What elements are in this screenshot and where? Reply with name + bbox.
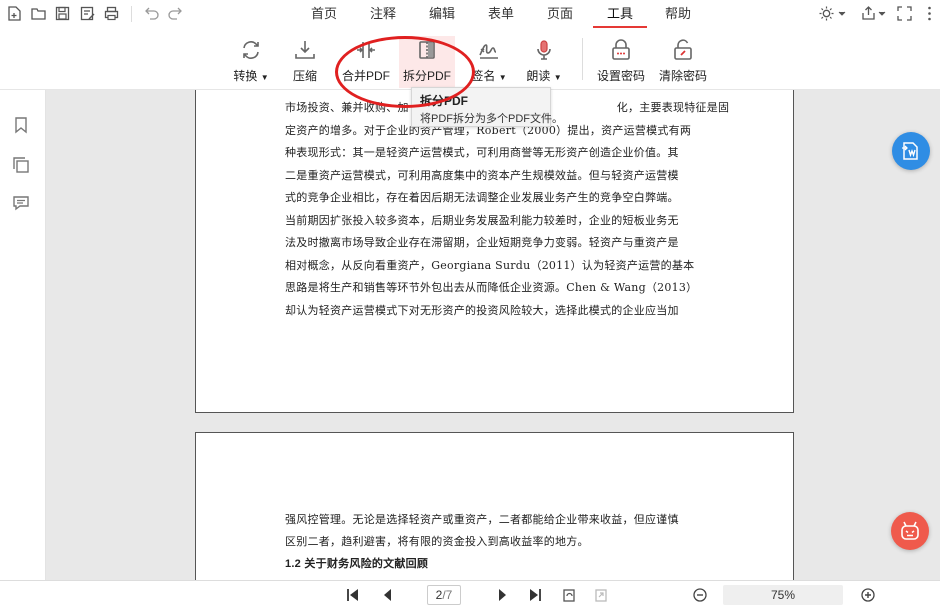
signature-label: 签名 [471,69,496,83]
page-text-line: 相对概念，从反向看重资产，Georgiana Surdu（2011）认为轻资产运… [285,259,695,272]
page-text-line: 却认为轻资产运营模式下对无形资产的投资风险较大，选择此模式的企业应当加 [285,304,679,317]
zoom-level-field[interactable]: 75% [723,585,843,605]
redo-icon[interactable] [167,5,184,22]
extract-page-icon[interactable] [593,587,609,603]
page-text-line: 法及时撤离市场导致企业存在滞留期，企业短期竞争力变弱。轻资产与重资产是 [285,236,679,249]
split-pdf-icon [419,41,435,59]
new-file-icon[interactable] [6,5,23,22]
robot-icon [901,521,919,540]
save-icon[interactable] [54,5,71,22]
dropdown-arrow-icon: ▼ [260,73,269,82]
bookmark-icon[interactable] [12,116,30,134]
ribbon-divider [582,38,583,80]
merge-pdf-label: 合并PDF [341,69,390,83]
save-as-icon[interactable] [79,5,96,22]
dropdown-arrow-icon: ▼ [553,73,562,82]
compress-icon [295,41,315,59]
zoom-in-icon[interactable] [860,587,876,603]
next-page-icon[interactable] [494,587,510,603]
compress-button[interactable]: 压缩 [286,36,324,88]
page-text-line: 式的竞争企业相比，存在着因后期无法调整企业发展业务产生的竞争空白弊端。 [285,191,679,204]
remove-password-icon [674,39,692,60]
chevron-down-icon[interactable] [838,11,846,17]
more-icon[interactable] [921,5,938,22]
signature-button[interactable]: 签名 ▼ [466,36,512,88]
comments-icon[interactable] [12,194,30,212]
remove-password-button[interactable]: 清除密码 [656,36,710,88]
assistant-float-button[interactable] [891,512,929,550]
page-number-input[interactable]: 2/7 [427,585,461,605]
pdf-page: 市场投资、兼并收购、加 化，主要表现特征是固 定资产的增多。对于企业的资产管理，R… [195,90,794,413]
pdf-page: 强风控管理。无论是选择轻资产或重资产，二者都能给企业带来收益，但应谨慎 区别二者… [195,432,794,580]
open-folder-icon[interactable] [30,5,47,22]
read-aloud-label: 朗读 [526,69,551,83]
tab-form[interactable]: 表单 [485,4,517,26]
thumbnails-icon[interactable] [12,156,30,174]
compress-label: 压缩 [292,69,317,83]
read-aloud-button[interactable]: 朗读 ▼ [521,36,567,88]
convert-icon [243,41,259,59]
split-pdf-tooltip: 拆分PDF 将PDF拆分为多个PDF文件。 [411,87,563,127]
convert-to-word-float-button[interactable] [892,132,930,170]
brightness-icon[interactable] [818,5,835,22]
tab-edit[interactable]: 编辑 [426,4,458,26]
tab-tools[interactable]: 工具 [593,4,647,28]
status-bar: 2/7 75% [0,580,940,608]
document-viewport[interactable]: 市场投资、兼并收购、加 化，主要表现特征是固 定资产的增多。对于企业的资产管理，R… [46,90,940,580]
tab-annotate[interactable]: 注释 [367,4,399,26]
fullscreen-icon[interactable] [896,5,913,22]
page-text-line: 区别二者，趋利避害，将有限的资金投入到高收益率的地方。 [285,535,589,548]
convert-button[interactable]: 转换 ▼ [228,36,274,88]
tooltip-description: 将PDF拆分为多个PDF文件。 [420,113,563,125]
merge-pdf-icon [357,42,375,58]
left-sidebar [0,90,46,608]
qa-divider [131,6,132,22]
signature-icon [479,44,498,59]
section-heading: 1.2 关于财务风险的文献回顾 [285,558,429,570]
menu-bar: 首页 注释 编辑 表单 页面 工具 帮助 [0,0,940,28]
dropdown-arrow-icon: ▼ [498,73,507,82]
page-text-line: 当前期因扩张投入较多资本，后期业务发展盈利能力较差时，企业的短板业务无 [285,214,679,227]
last-page-icon[interactable] [527,587,543,603]
share-icon[interactable] [860,5,877,22]
pdf-to-word-icon [902,142,918,160]
convert-label: 转换 [233,69,258,83]
undo-icon[interactable] [143,5,160,22]
page-text-line: 二是重资产运营模式，可利用高度集中的资本产生规模效益。但与轻资产运营模 [285,169,679,182]
rotate-icon[interactable] [561,587,577,603]
first-page-icon[interactable] [345,587,361,603]
set-password-icon [612,39,630,60]
read-aloud-icon [537,40,551,60]
remove-password-label: 清除密码 [658,69,707,83]
split-pdf-button[interactable]: 拆分PDF [399,36,455,88]
page-text-line: 强风控管理。无论是选择轻资产或重资产，二者都能给企业带来收益，但应谨慎 [285,513,679,526]
set-password-button[interactable]: 设置密码 [594,36,648,88]
split-pdf-label: 拆分PDF [402,69,451,83]
merge-pdf-button[interactable]: 合并PDF [338,36,394,88]
print-icon[interactable] [103,5,120,22]
previous-page-icon[interactable] [380,587,396,603]
ribbon-toolbar: 转换 ▼ 压缩 合并PDF 拆分PDF 签名 ▼ 朗读 ▼ 设置密码 清除密码 [0,28,940,90]
chevron-down-icon[interactable] [878,11,886,17]
set-password-label: 设置密码 [596,69,645,83]
tab-home[interactable]: 首页 [308,4,340,26]
tab-page[interactable]: 页面 [544,4,576,26]
tooltip-title: 拆分PDF [420,94,469,108]
tab-help[interactable]: 帮助 [662,4,694,26]
page-text-line: 种表现形式：其一是轻资产运营模式，可利用商誉等无形资产创造企业价值。其 [285,146,679,159]
zoom-out-icon[interactable] [692,587,708,603]
page-text-line: 思路是将生产和销售等环节外包出去从而降低企业资源。Chen & Wang（201… [285,281,698,294]
